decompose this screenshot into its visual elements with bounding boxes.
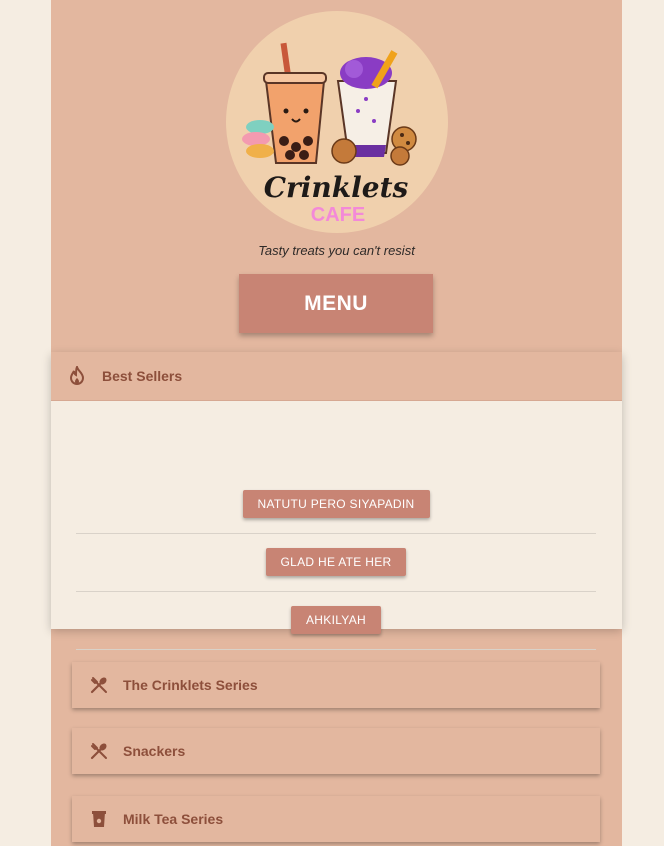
cafe-logo: Crinklets CAFE xyxy=(226,11,448,233)
category-crinklets-series[interactable]: The Crinklets Series xyxy=(72,662,600,708)
best-sellers-header[interactable]: Best Sellers xyxy=(51,352,622,401)
category-snackers[interactable]: Snackers xyxy=(72,728,600,774)
logo-brand-name: Crinklets xyxy=(264,171,409,204)
item-button[interactable]: AHKILYAH xyxy=(291,606,381,634)
best-sellers-body: NATUTU PERO SIYAPADIN GLAD HE ATE HER AH… xyxy=(51,401,622,650)
item-button[interactable]: GLAD HE ATE HER xyxy=(265,548,407,576)
utensils-icon xyxy=(89,675,109,695)
best-sellers-label: Best Sellers xyxy=(102,368,183,384)
utensils-icon xyxy=(89,741,109,761)
list-item: AHKILYAH xyxy=(76,591,596,650)
list-item: NATUTU PERO SIYAPADIN xyxy=(76,475,596,534)
logo-brand-sub: CAFE xyxy=(311,204,365,226)
main-panel: Crinklets CAFE Tasty treats you can't re… xyxy=(51,0,622,846)
category-label: Snackers xyxy=(123,743,186,759)
tagline: Tasty treats you can't resist xyxy=(258,243,415,258)
list-item: GLAD HE ATE HER xyxy=(76,533,596,592)
category-label: Milk Tea Series xyxy=(123,811,224,827)
cup-icon xyxy=(89,809,109,829)
menu-button[interactable]: MENU xyxy=(239,274,433,333)
category-label: The Crinklets Series xyxy=(123,677,258,693)
category-milk-tea-series[interactable]: Milk Tea Series xyxy=(72,796,600,842)
best-sellers-accordion: Best Sellers NATUTU PERO SIYAPADIN GLAD … xyxy=(51,352,622,650)
fire-icon xyxy=(66,365,88,387)
item-button[interactable]: NATUTU PERO SIYAPADIN xyxy=(242,490,430,518)
